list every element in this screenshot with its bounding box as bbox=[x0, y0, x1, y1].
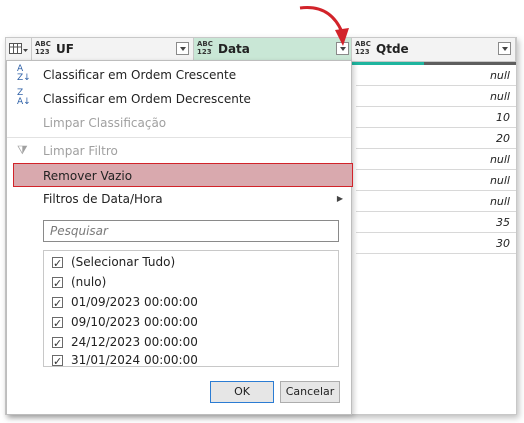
type-any-icon: ABC 123 bbox=[35, 40, 51, 56]
cancel-button[interactable]: Cancelar bbox=[280, 381, 340, 403]
table-cell[interactable]: null bbox=[356, 65, 516, 86]
sort-descending-icon: Z A↓ bbox=[17, 88, 31, 107]
list-item[interactable]: (Selecionar Tudo) bbox=[52, 252, 175, 274]
ok-button[interactable]: OK bbox=[210, 381, 274, 403]
checkbox[interactable] bbox=[52, 352, 63, 366]
checkbox[interactable] bbox=[52, 274, 63, 294]
list-item[interactable]: 09/10/2023 00:00:00 bbox=[52, 312, 198, 334]
column-name: Data bbox=[218, 42, 250, 56]
list-item[interactable]: (nulo) bbox=[52, 272, 106, 294]
table-icon bbox=[9, 43, 28, 54]
date-filters-item[interactable]: Filtros de Data/Hora ▶ bbox=[7, 187, 351, 211]
table-cell[interactable]: 20 bbox=[356, 128, 516, 149]
sort-ascending-item[interactable]: A Z↓ Classificar em Ordem Crescente bbox=[7, 63, 351, 87]
remove-empty-item[interactable]: Remover Vazio bbox=[13, 163, 353, 187]
qtde-column-cells: null null 10 20 null null null 35 30 bbox=[352, 65, 516, 265]
search-input[interactable]: Pesquisar bbox=[43, 220, 339, 242]
checkbox[interactable] bbox=[52, 314, 63, 334]
checkbox[interactable] bbox=[52, 334, 63, 354]
submenu-arrow-icon: ▶ bbox=[336, 194, 343, 203]
filter-dropdown-menu: A Z↓ Classificar em Ordem Crescente Z A↓ C… bbox=[6, 60, 353, 415]
column-name: Qtde bbox=[376, 42, 409, 56]
list-item[interactable]: 24/12/2023 00:00:00 bbox=[52, 332, 198, 354]
table-cell[interactable]: null bbox=[356, 149, 516, 170]
annotation-arrow-icon bbox=[299, 6, 349, 46]
column-name: UF bbox=[56, 42, 74, 56]
checkbox[interactable] bbox=[52, 294, 63, 314]
table-cell[interactable]: null bbox=[356, 86, 516, 107]
filter-values-list: (Selecionar Tudo) (nulo) 01/09/2023 00:0… bbox=[43, 250, 339, 367]
clear-sort-item: Limpar Classificação bbox=[43, 116, 167, 130]
column-header-qtde[interactable]: ABC 123 Qtde bbox=[352, 38, 516, 62]
checkbox[interactable] bbox=[52, 254, 63, 274]
table-cell[interactable]: null bbox=[356, 191, 516, 212]
table-cell[interactable]: 10 bbox=[356, 107, 516, 128]
list-item[interactable]: 31/01/2024 00:00:00 bbox=[52, 350, 198, 366]
clear-filter-icon: ⧩ bbox=[17, 143, 28, 157]
table-cell[interactable]: 35 bbox=[356, 212, 516, 233]
list-item[interactable]: 01/09/2023 00:00:00 bbox=[52, 292, 198, 314]
clear-filter-item: ⧩ Limpar Filtro bbox=[7, 139, 351, 163]
menu-divider bbox=[7, 137, 351, 138]
table-cell[interactable]: null bbox=[356, 170, 516, 191]
table-cell[interactable]: 30 bbox=[356, 233, 516, 254]
sort-descending-item[interactable]: Z A↓ Classificar em Ordem Decrescente bbox=[7, 87, 351, 111]
type-any-icon: ABC 123 bbox=[197, 40, 213, 56]
column-dropdown-button[interactable] bbox=[176, 42, 189, 55]
column-dropdown-button[interactable] bbox=[498, 42, 511, 55]
sort-ascending-icon: A Z↓ bbox=[17, 64, 31, 83]
column-header-uf[interactable]: ABC 123 UF bbox=[32, 38, 194, 62]
table-corner[interactable] bbox=[6, 38, 32, 62]
